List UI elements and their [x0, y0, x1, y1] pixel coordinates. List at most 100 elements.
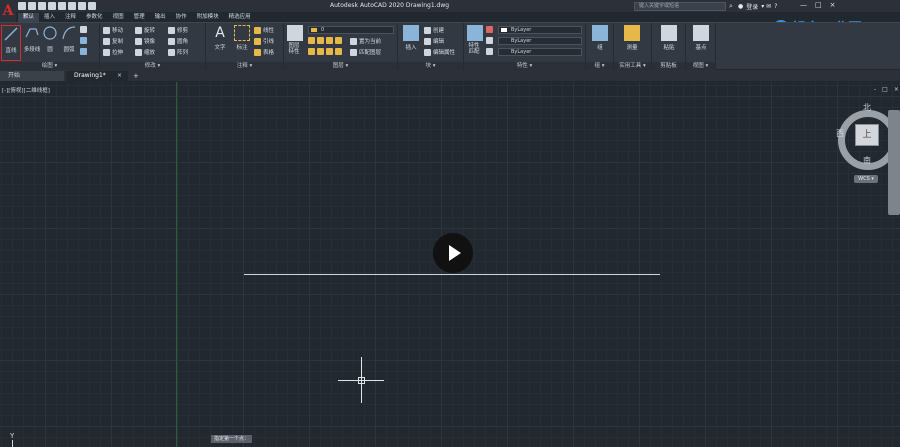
- lineweight-dropdown[interactable]: ByLayer: [498, 37, 582, 45]
- tab-manage[interactable]: 管理: [129, 13, 150, 22]
- save-icon[interactable]: [38, 2, 46, 10]
- match-layer-button[interactable]: 匹配图层: [350, 48, 381, 56]
- save-as-icon[interactable]: [48, 2, 56, 10]
- drawn-line-entity[interactable]: [244, 274, 660, 275]
- web-mobile-icon[interactable]: [58, 2, 66, 10]
- tab-parametric[interactable]: 参数化: [81, 13, 108, 22]
- measure-button[interactable]: 测量: [620, 25, 644, 51]
- tab-collaborate[interactable]: 协作: [171, 13, 192, 22]
- color-dropdown[interactable]: ByLayer: [498, 26, 582, 34]
- block-panel-title[interactable]: 块 ▾: [398, 62, 463, 70]
- match-properties-button[interactable]: 特性匹配: [466, 25, 484, 55]
- layer-tools-row-1[interactable]: [308, 37, 342, 44]
- annotation-panel-title[interactable]: 注释 ▾: [206, 62, 283, 70]
- maximize-button[interactable]: □: [815, 1, 822, 9]
- utilities-panel-title[interactable]: 实用工具 ▾: [614, 62, 651, 70]
- clipboard-panel-title[interactable]: 剪贴板: [652, 62, 685, 70]
- rotate-button[interactable]: 旋转: [135, 26, 155, 34]
- viewport-controls-label[interactable]: [-][俯视][二维线框]: [2, 86, 50, 94]
- application-menu-button[interactable]: A: [0, 0, 16, 22]
- close-tab-icon[interactable]: ×: [117, 71, 122, 81]
- line-button[interactable]: 直线: [1, 25, 21, 61]
- move-button[interactable]: 移动: [103, 26, 123, 34]
- insert-button[interactable]: 插入: [401, 25, 421, 51]
- linetype-dropdown[interactable]: ByLayer: [498, 48, 582, 56]
- copy-button[interactable]: 复制: [103, 37, 123, 45]
- group-button[interactable]: 组: [590, 25, 610, 51]
- viewport-minimize-button[interactable]: -: [874, 86, 876, 93]
- layer-tools-row-2[interactable]: [308, 48, 342, 55]
- arc-button[interactable]: 圆弧: [60, 25, 78, 53]
- base-point-button[interactable]: 基点: [690, 25, 712, 51]
- tab-featured-apps[interactable]: 精选应用: [224, 13, 256, 22]
- user-icon: ●: [738, 3, 744, 10]
- compass-west[interactable]: 西: [836, 128, 844, 139]
- circle-button[interactable]: 圆: [42, 25, 58, 53]
- linetype-icon[interactable]: [486, 48, 493, 55]
- compass-north[interactable]: 北: [863, 102, 871, 113]
- dimension-button[interactable]: 标注: [232, 25, 252, 51]
- linear-dimension-button[interactable]: 线性: [254, 26, 274, 34]
- paste-button[interactable]: 粘贴: [658, 25, 680, 51]
- rectangle-tool[interactable]: [80, 26, 87, 33]
- edit-block-button[interactable]: 编辑: [424, 37, 444, 45]
- help-icon[interactable]: ?: [774, 3, 777, 10]
- edit-attributes-button[interactable]: 编辑属性: [424, 48, 455, 56]
- undo-icon[interactable]: [78, 2, 86, 10]
- layers-panel-title[interactable]: 图层 ▾: [284, 62, 397, 70]
- viewcube-compass-ring[interactable]: [838, 110, 898, 170]
- modify-panel-title[interactable]: 修改 ▾: [100, 62, 205, 70]
- layer-properties-button[interactable]: 图层特性: [286, 25, 304, 55]
- tab-view[interactable]: 视图: [108, 13, 129, 22]
- groups-panel-title[interactable]: 组 ▾: [586, 62, 613, 70]
- drawing-canvas[interactable]: [-][俯视][二维线框] - □ × 指定第一个点： Y 上 北 南 东 西 …: [0, 82, 900, 447]
- stretch-button[interactable]: 拉伸: [103, 48, 123, 56]
- cart-icon[interactable]: ▾ ✉: [761, 3, 771, 10]
- new-tab-button[interactable]: +: [133, 71, 139, 81]
- compass-east[interactable]: 东: [888, 128, 896, 139]
- wcs-menu-button[interactable]: WCS ▾: [854, 175, 878, 183]
- open-file-icon[interactable]: [28, 2, 36, 10]
- tab-default[interactable]: 默认: [18, 13, 40, 22]
- leader-button[interactable]: 引线: [254, 37, 274, 45]
- login-button[interactable]: ● 登录 ▾ ✉ ?: [738, 2, 777, 11]
- compass-south[interactable]: 南: [863, 155, 871, 166]
- text-button[interactable]: A 文字: [210, 25, 230, 51]
- lineweight-icon[interactable]: [486, 37, 493, 44]
- viewport-maximize-button[interactable]: □: [882, 86, 888, 93]
- insert-icon: [403, 25, 419, 41]
- tab-annotate[interactable]: 注释: [60, 13, 81, 22]
- view-panel-title[interactable]: 视图 ▾: [686, 62, 715, 70]
- search-input[interactable]: 键入关键字或短语: [634, 2, 726, 11]
- tab-addins[interactable]: 附加模块: [192, 13, 224, 22]
- properties-panel-title[interactable]: 特性 ▾: [464, 62, 585, 70]
- create-block-button[interactable]: 创建: [424, 26, 444, 34]
- navigation-bar[interactable]: [888, 110, 900, 215]
- tab-insert[interactable]: 插入: [39, 13, 60, 22]
- minimize-button[interactable]: —: [800, 1, 807, 9]
- mirror-button[interactable]: 镜像: [135, 37, 155, 45]
- set-current-button[interactable]: 置为当前: [350, 37, 381, 45]
- tab-start[interactable]: 开始: [0, 71, 64, 81]
- fillet-button[interactable]: 圆角: [168, 37, 188, 45]
- table-button[interactable]: 表格: [254, 48, 274, 56]
- ellipse-tool[interactable]: [80, 37, 87, 44]
- video-play-button[interactable]: [433, 233, 473, 273]
- trim-button[interactable]: 修剪: [168, 26, 188, 34]
- array-button[interactable]: 阵列: [168, 48, 188, 56]
- print-icon[interactable]: [68, 2, 76, 10]
- viewport-close-button[interactable]: ×: [894, 86, 899, 93]
- redo-icon[interactable]: [88, 2, 96, 10]
- new-file-icon[interactable]: [18, 2, 26, 10]
- layer-dropdown[interactable]: 0: [308, 26, 394, 34]
- draw-panel-title[interactable]: 绘图 ▾: [0, 62, 99, 70]
- search-icon[interactable]: ⌕: [729, 2, 737, 10]
- tab-output[interactable]: 输出: [150, 13, 171, 22]
- table-icon: [254, 48, 261, 56]
- polyline-button[interactable]: 多段线: [22, 25, 42, 53]
- scale-button[interactable]: 缩放: [135, 48, 155, 56]
- close-button[interactable]: ×: [830, 1, 836, 9]
- viewcube-top-face[interactable]: 上: [855, 124, 879, 146]
- hatch-tool[interactable]: [80, 48, 87, 55]
- color-wheel-icon[interactable]: [486, 26, 493, 33]
